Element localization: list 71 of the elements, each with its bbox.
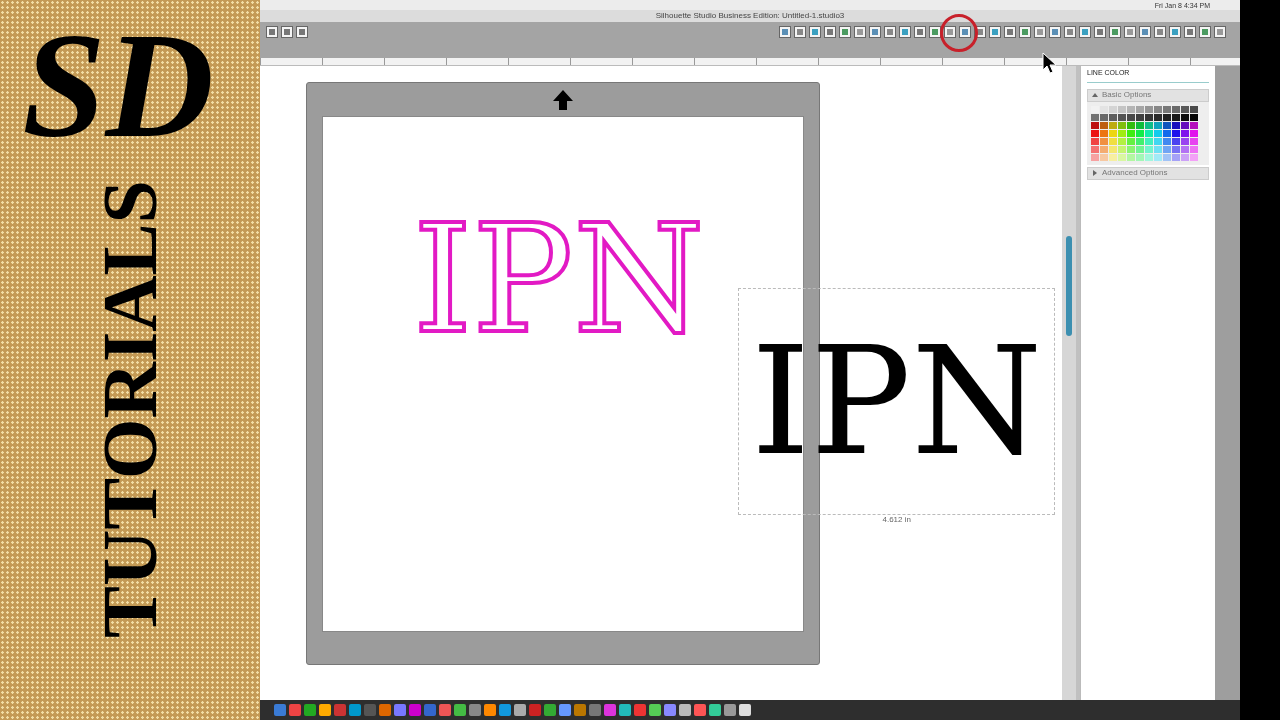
tool-icon[interactable]	[869, 26, 881, 38]
tool-icon[interactable]	[1094, 26, 1106, 38]
tool-icon[interactable]	[1124, 26, 1136, 38]
tool-icon[interactable]	[779, 26, 791, 38]
app-icon[interactable]	[739, 704, 751, 716]
app-icon[interactable]	[649, 704, 661, 716]
app-icon[interactable]	[724, 704, 736, 716]
app-icon[interactable]	[574, 704, 586, 716]
triangle-icon	[1091, 169, 1099, 177]
app-icon[interactable]	[619, 704, 631, 716]
app-icon[interactable]	[709, 704, 721, 716]
tool-icon[interactable]	[854, 26, 866, 38]
tool-icon[interactable]	[824, 26, 836, 38]
app-icon[interactable]	[694, 704, 706, 716]
tool-icon[interactable]	[266, 26, 278, 38]
app-icon[interactable]	[544, 704, 556, 716]
app-icon[interactable]	[439, 704, 451, 716]
app-icon[interactable]	[379, 704, 391, 716]
selection-box[interactable]: IPN	[738, 288, 1056, 515]
app-icon[interactable]	[454, 704, 466, 716]
triangle-icon	[1091, 91, 1099, 99]
app-icon[interactable]	[469, 704, 481, 716]
tool-icon[interactable]	[899, 26, 911, 38]
tool-icon[interactable]	[1214, 26, 1226, 38]
app-icon[interactable]	[304, 704, 316, 716]
tool-icon[interactable]	[884, 26, 896, 38]
monogram-frame[interactable]: IPN	[400, 166, 718, 393]
app-icon[interactable]	[679, 704, 691, 716]
tool-icon[interactable]	[1064, 26, 1076, 38]
app-icon[interactable]	[559, 704, 571, 716]
app-icon[interactable]	[604, 704, 616, 716]
tool-icon[interactable]	[959, 26, 971, 38]
tool-icon[interactable]	[1154, 26, 1166, 38]
app-icon[interactable]	[484, 704, 496, 716]
monogram: IPN	[750, 313, 1044, 490]
arrow-up-icon	[552, 89, 574, 111]
logo: SD	[21, 10, 215, 160]
app-icon[interactable]	[289, 704, 301, 716]
tool-icon[interactable]	[1184, 26, 1196, 38]
tool-icon[interactable]	[1019, 26, 1031, 38]
tool-icon[interactable]	[1139, 26, 1151, 38]
app-icon[interactable]	[319, 704, 331, 716]
tool-icon[interactable]	[1199, 26, 1211, 38]
app-icon[interactable]	[499, 704, 511, 716]
color-palette[interactable]	[1087, 101, 1209, 165]
tool-icon[interactable]	[974, 26, 986, 38]
monogram: IPN	[412, 191, 706, 368]
banner-title: TUTORIALS	[91, 180, 169, 639]
app-icon[interactable]	[514, 704, 526, 716]
tool-icon[interactable]	[809, 26, 821, 38]
section-header[interactable]: Basic Options	[1087, 88, 1209, 102]
app-icon[interactable]	[349, 704, 361, 716]
tool-icon[interactable]	[1004, 26, 1016, 38]
tool-icon[interactable]	[1169, 26, 1181, 38]
tool-icon[interactable]	[944, 26, 956, 38]
section-header[interactable]: Advanced Options	[1087, 166, 1209, 180]
tool-icon[interactable]	[1034, 26, 1046, 38]
tool-icon[interactable]	[989, 26, 1001, 38]
tool-icon[interactable]	[1049, 26, 1061, 38]
tool-icon[interactable]	[1109, 26, 1121, 38]
dimension-label: 4.612 in	[882, 516, 911, 524]
tool-icon[interactable]	[281, 26, 293, 38]
tool-icon[interactable]	[929, 26, 941, 38]
app-icon[interactable]	[394, 704, 406, 716]
tool-icon[interactable]	[1079, 26, 1091, 38]
tool-icon[interactable]	[296, 26, 308, 38]
tool-icon[interactable]	[839, 26, 851, 38]
window-title: Silhouette Studio Business Edition: Untitled-1.studio3	[655, 12, 845, 20]
tool-icon[interactable]	[794, 26, 806, 38]
tool-icon[interactable]	[914, 26, 926, 38]
app-icon[interactable]	[664, 704, 676, 716]
